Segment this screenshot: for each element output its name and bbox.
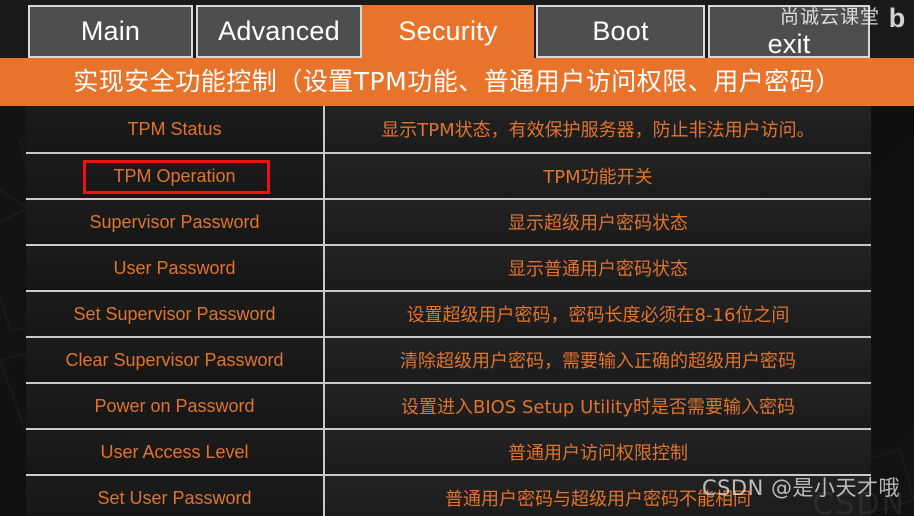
setting-description-cell: 显示普通用户密码状态 (325, 246, 871, 290)
setting-name-cell[interactable]: Set User Password (26, 476, 325, 516)
setting-name-cell[interactable]: TPM Status (26, 106, 325, 152)
setting-name-cell[interactable]: Supervisor Password (26, 200, 325, 244)
setting-label: TPM Operation (113, 165, 236, 186)
setting-label: Power on Password (94, 395, 255, 416)
setting-description-cell: 显示超级用户密码状态 (325, 200, 871, 244)
table-row[interactable]: Set User Password 普通用户密码与超级用户密码不能相同 (26, 474, 871, 516)
setting-description-cell: TPM功能开关 (325, 154, 871, 198)
setting-description-cell: 设置超级用户密码，密码长度必须在8-16位之间 (325, 292, 871, 336)
security-settings-table: TPM Status 显示TPM状态，有效保护服务器，防止非法用户访问。 TPM… (26, 106, 871, 516)
setting-name-cell[interactable]: User Access Level (26, 430, 325, 474)
bios-tab-bar: Main Advanced Security Boot exit (0, 0, 914, 62)
table-row[interactable]: User Access Level 普通用户访问权限控制 (26, 428, 871, 474)
setting-label: User Access Level (100, 441, 249, 462)
setting-description: 显示超级用户密码状态 (508, 213, 688, 234)
setting-description-cell: 普通用户密码与超级用户密码不能相同 (325, 476, 871, 516)
setting-description: 设置超级用户密码，密码长度必须在8-16位之间 (406, 305, 790, 326)
brand-logo-icon: b (888, 3, 906, 33)
setting-label: Clear Supervisor Password (65, 349, 284, 370)
setting-description: 设置进入BIOS Setup Utility时是否需要输入密码 (400, 397, 796, 418)
setting-description-cell: 清除超级用户密码，需要输入正确的超级用户密码 (325, 338, 871, 382)
setting-description-cell: 普通用户访问权限控制 (325, 430, 871, 474)
setting-label: Supervisor Password (89, 211, 260, 232)
setting-description: TPM功能开关 (543, 167, 653, 188)
table-row[interactable]: User Password 显示普通用户密码状态 (26, 244, 871, 290)
table-row[interactable]: TPM Operation TPM功能开关 (26, 152, 871, 198)
setting-description: 显示TPM状态，有效保护服务器，防止非法用户访问。 (381, 120, 815, 141)
tab-exit[interactable]: exit (708, 5, 870, 58)
table-row[interactable]: Power on Password 设置进入BIOS Setup Utility… (26, 382, 871, 428)
tab-main[interactable]: Main (28, 5, 193, 58)
setting-label: Set Supervisor Password (73, 303, 276, 324)
setting-name-cell[interactable]: Clear Supervisor Password (26, 338, 325, 382)
tab-security[interactable]: Security (362, 5, 534, 58)
setting-description: 普通用户访问权限控制 (508, 443, 688, 464)
setting-label: Set User Password (97, 487, 252, 508)
table-row[interactable]: Supervisor Password 显示超级用户密码状态 (26, 198, 871, 244)
setting-name-cell[interactable]: Power on Password (26, 384, 325, 428)
bios-setup-screen: Main Advanced Security Boot exit 实现安全功能控… (0, 0, 914, 516)
setting-description: 清除超级用户密码，需要输入正确的超级用户密码 (400, 351, 796, 372)
table-row[interactable]: Set Supervisor Password 设置超级用户密码，密码长度必须在… (26, 290, 871, 336)
setting-name-cell[interactable]: User Password (26, 246, 325, 290)
table-row[interactable]: Clear Supervisor Password 清除超级用户密码，需要输入正… (26, 336, 871, 382)
setting-name-cell[interactable]: Set Supervisor Password (26, 292, 325, 336)
setting-description-cell: 显示TPM状态，有效保护服务器，防止非法用户访问。 (325, 106, 871, 152)
setting-label: TPM Status (127, 118, 222, 139)
tab-advanced[interactable]: Advanced (196, 5, 362, 58)
tab-boot[interactable]: Boot (536, 5, 705, 58)
setting-description-cell: 设置进入BIOS Setup Utility时是否需要输入密码 (325, 384, 871, 428)
setting-name-cell[interactable]: TPM Operation (26, 154, 325, 198)
setting-description: 普通用户密码与超级用户密码不能相同 (445, 489, 751, 510)
setting-description: 显示普通用户密码状态 (508, 259, 688, 280)
table-row[interactable]: TPM Status 显示TPM状态，有效保护服务器，防止非法用户访问。 (26, 106, 871, 152)
setting-label: User Password (113, 257, 236, 278)
page-title: 实现安全功能控制（设置TPM功能、普通用户访问权限、用户密码） (0, 58, 914, 106)
